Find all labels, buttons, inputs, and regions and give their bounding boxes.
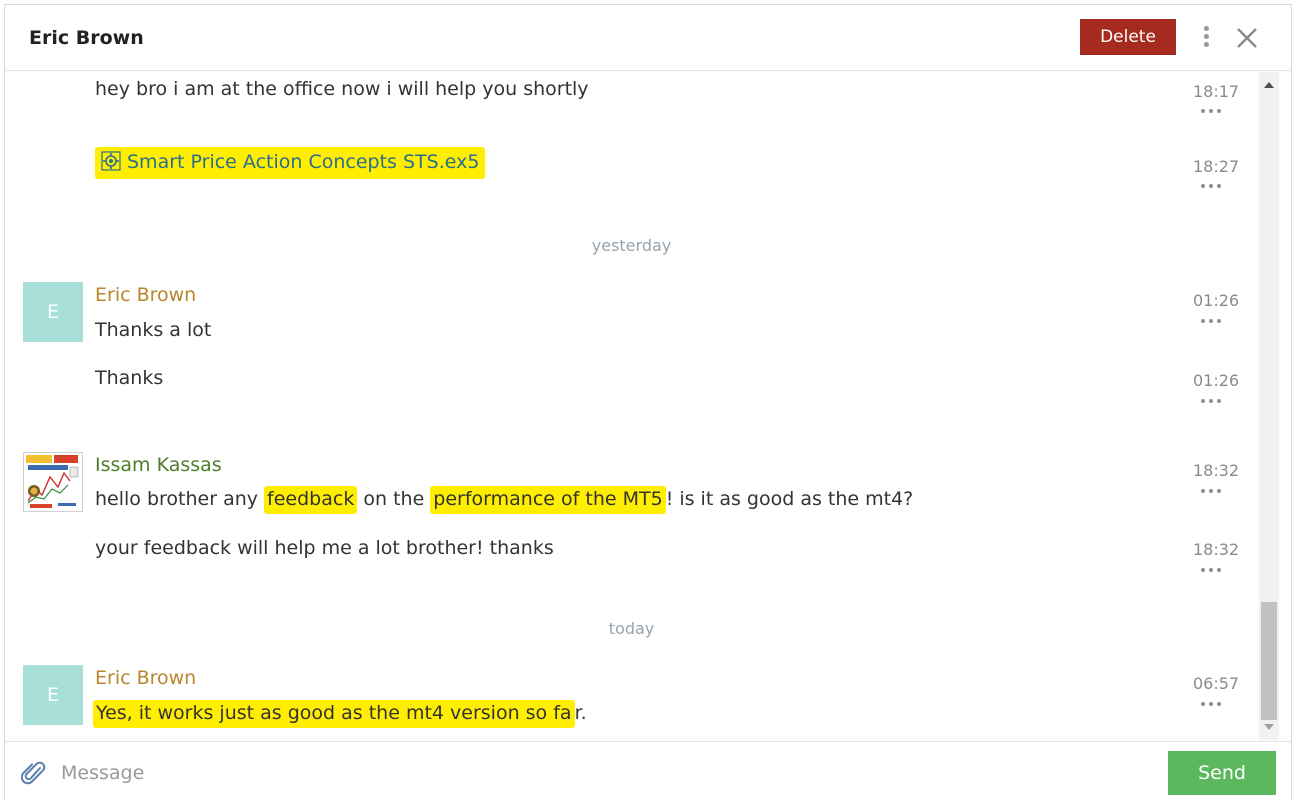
message-time: 18:27 xyxy=(1193,157,1240,176)
date-divider: yesterday xyxy=(591,236,672,255)
message-scrollbar[interactable] xyxy=(1259,72,1279,740)
message-text: Thanks xyxy=(95,367,164,389)
scroll-down-arrow-icon[interactable] xyxy=(1264,724,1274,730)
message-menu-icon[interactable] xyxy=(1201,568,1227,574)
message-time: 18:32 xyxy=(1193,540,1240,559)
send-button[interactable]: Send xyxy=(1168,751,1276,795)
message-menu-icon[interactable] xyxy=(1201,184,1227,190)
message-text: Yes, it works just as good as the mt4 ve… xyxy=(93,700,587,728)
chat-title: Eric Brown xyxy=(29,27,144,49)
message-menu-icon[interactable] xyxy=(1201,319,1227,325)
message-menu-icon[interactable] xyxy=(1201,109,1227,115)
scroll-thumb[interactable] xyxy=(1261,602,1277,720)
message-time: 01:26 xyxy=(1193,291,1240,310)
paperclip-icon[interactable] xyxy=(21,760,47,788)
message-menu-icon[interactable] xyxy=(1201,399,1227,405)
message-list[interactable]: hey bro i am at the office now i will he… xyxy=(5,72,1258,740)
message-text: Thanks a lot xyxy=(95,319,212,341)
highlighted-text: Yes, it works just as good as the mt4 ve… xyxy=(93,700,575,728)
message-time: 01:26 xyxy=(1193,371,1240,390)
gear-file-icon xyxy=(101,151,121,171)
message-text: hello brother any feedback on the perfor… xyxy=(95,486,914,514)
file-name: Smart Price Action Concepts STS.ex5 xyxy=(127,151,480,173)
sender-name: Eric Brown xyxy=(95,284,197,306)
sender-name: Eric Brown xyxy=(95,667,197,689)
kebab-menu-icon[interactable] xyxy=(1196,23,1216,51)
message-text: hey bro i am at the office now i will he… xyxy=(95,78,589,100)
chat-header: Eric Brown Delete xyxy=(5,5,1291,71)
message-time: 18:17 xyxy=(1193,82,1240,101)
message-menu-icon[interactable] xyxy=(1201,702,1227,708)
message-time: 06:57 xyxy=(1193,674,1240,693)
highlighted-text: performance of the MT5 xyxy=(430,486,666,514)
message-time: 18:32 xyxy=(1193,461,1240,480)
composer: Send xyxy=(5,741,1291,801)
trading-system-logo xyxy=(24,453,82,511)
avatar xyxy=(23,452,83,512)
date-divider: today xyxy=(608,619,655,638)
message-menu-icon[interactable] xyxy=(1201,489,1227,495)
text-segment: ! is it as good as the mt4? xyxy=(665,488,914,510)
scroll-up-arrow-icon[interactable] xyxy=(1264,82,1274,88)
message-input[interactable] xyxy=(61,756,1151,790)
sender-name: Issam Kassas xyxy=(95,454,222,476)
avatar: E xyxy=(23,665,83,725)
message-text: your feedback will help me a lot brother… xyxy=(95,537,554,559)
delete-button[interactable]: Delete xyxy=(1080,19,1176,55)
highlighted-text: feedback xyxy=(264,486,358,514)
text-segment: r. xyxy=(574,702,587,724)
chat-window: Eric Brown Delete hey bro i am at the of… xyxy=(4,4,1292,801)
avatar: E xyxy=(23,282,83,342)
file-attachment-link[interactable]: Smart Price Action Concepts STS.ex5 xyxy=(95,147,486,179)
text-segment: hello brother any xyxy=(95,488,265,510)
close-icon[interactable] xyxy=(1234,25,1260,51)
text-segment: on the xyxy=(357,488,431,510)
